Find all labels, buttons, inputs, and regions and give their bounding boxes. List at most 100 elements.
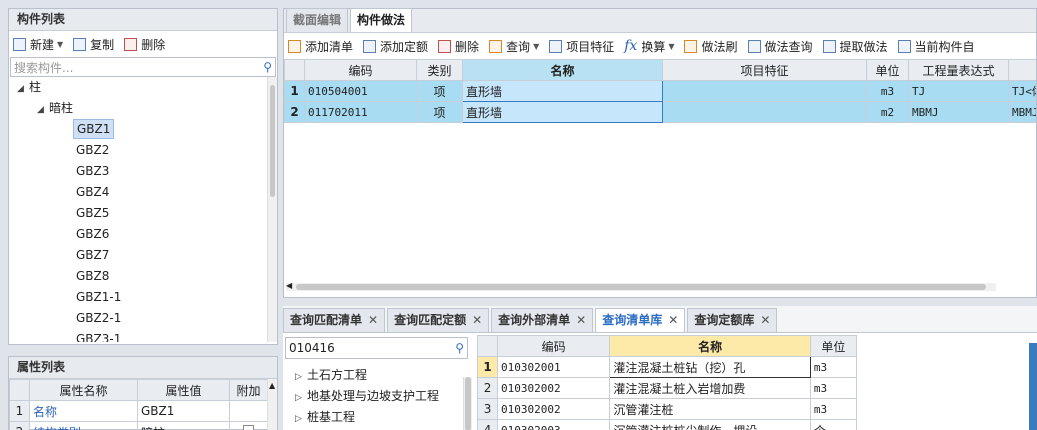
tab-external-bill[interactable]: 查询外部清单 ✕ [491, 308, 594, 332]
col-feature[interactable]: 项目特征 [662, 59, 867, 81]
extract-method-icon [822, 39, 836, 53]
col-unit[interactable]: 单位 [866, 59, 909, 81]
scrollbar-thumb[interactable] [465, 377, 471, 430]
tree-item-component[interactable]: GBZ2 [9, 140, 277, 161]
delete-icon [124, 37, 138, 51]
tab-section-edit[interactable]: 截面编辑 [286, 8, 349, 32]
copy-icon [73, 37, 87, 51]
convert-button[interactable]: fx 换算 ▼ [624, 38, 674, 55]
checkbox[interactable] [243, 425, 254, 430]
prop-name: 结构类别 [29, 421, 138, 430]
tree-node-column[interactable]: ◢ 柱 [9, 77, 277, 98]
table-row[interactable]: 4 010302003 沉管灌注桩桩尖制作、埋设 个 [476, 419, 858, 430]
col-type[interactable]: 类别 [416, 59, 463, 81]
expand-triangle-icon[interactable]: ▷ [295, 367, 307, 388]
delete-button[interactable]: 删除 [124, 36, 165, 53]
tree-node[interactable]: ▷ 土石方工程 [283, 365, 473, 386]
current-component-button[interactable]: 当前构件自 [897, 38, 975, 55]
table-row[interactable]: 1 名称 GBZ1 [9, 400, 268, 422]
tab-bill-library[interactable]: 查询清单库 ✕ [595, 308, 686, 332]
copy-button[interactable]: 复制 [73, 36, 114, 53]
tree-item-component[interactable]: GBZ1 [9, 119, 277, 140]
close-icon[interactable]: ✕ [576, 313, 586, 327]
horizontal-scrollbar[interactable]: ◀ [286, 281, 996, 291]
tab-component-method[interactable]: 构件做法 [350, 8, 413, 32]
delete-icon [438, 39, 452, 53]
prop-name: 名称 [29, 400, 138, 422]
tab-quota-library[interactable]: 查询定额库 ✕ [687, 308, 778, 332]
close-icon[interactable]: ✕ [472, 313, 482, 327]
scroll-up-icon[interactable]: ▲ [269, 381, 275, 390]
expand-triangle-icon[interactable]: ▷ [295, 388, 307, 409]
tree-node[interactable]: ▷ 地基处理与边坡支护工程 [283, 386, 473, 407]
delete-button[interactable]: 删除 [438, 38, 479, 55]
new-button[interactable]: 新建 ▼ [13, 36, 63, 53]
add-bill-button[interactable]: 添加清单 [288, 38, 353, 55]
table-row[interactable]: 2 结构类别 暗柱 [9, 421, 268, 430]
add-quota-button[interactable]: 添加定额 [363, 38, 428, 55]
search-icon[interactable]: ⚲ [263, 60, 272, 74]
search-icon[interactable]: ⚲ [455, 341, 464, 355]
bill-search-input[interactable]: 010416 ⚲ [285, 337, 468, 359]
chevron-down-icon: ▼ [668, 41, 675, 51]
properties-panel: 属性列表 属性名称 属性值 附加 1 名称 GBZ1 2 结构类别 暗柱 ▲ [8, 356, 278, 430]
tree-node-hidden-column[interactable]: ◢ 暗柱 [9, 98, 277, 119]
tree-item-component[interactable]: GBZ7 [9, 245, 277, 266]
table-row[interactable]: 2 010302002 灌注混凝土桩入岩增加费 m3 [476, 377, 858, 399]
prop-extra-cell [229, 400, 268, 422]
scroll-left-icon[interactable]: ◀ [286, 281, 292, 290]
col-expression[interactable]: 工程量表达式 [908, 59, 1009, 81]
method-brush-button[interactable]: 做法刷 [684, 38, 738, 55]
col-unit[interactable]: 单位 [809, 335, 858, 357]
current-component-icon [897, 39, 911, 53]
scrollbar-thumb[interactable] [270, 85, 275, 197]
col-extra[interactable] [1008, 59, 1036, 81]
properties-table: 属性名称 属性值 附加 1 名称 GBZ1 2 结构类别 暗柱 [9, 379, 268, 430]
add-bill-icon [288, 39, 301, 53]
tree-node[interactable]: ▷ 桩基工程 [283, 407, 473, 428]
close-icon[interactable]: ✕ [668, 313, 678, 327]
close-icon[interactable]: ✕ [368, 313, 378, 327]
query-button[interactable]: 查询 ▼ [489, 38, 539, 55]
tree-item-component[interactable]: GBZ2-1 [9, 308, 277, 329]
expand-triangle-icon[interactable]: ▷ [295, 409, 307, 430]
main-tabs: 截面编辑 构件做法 [284, 8, 1036, 33]
chapter-tree: ▷ 土石方工程 ▷ 地基处理与边坡支护工程 ▷ 桩基工程 [283, 365, 473, 428]
expand-triangle-icon[interactable]: ◢ [37, 100, 49, 121]
properties-title: 属性列表 [9, 357, 277, 379]
col-name[interactable]: 名称 [462, 59, 663, 81]
prop-header-extra: 附加 [229, 379, 268, 401]
table-row[interactable]: 3 010302002 沉管灌注桩 m3 [476, 398, 858, 420]
component-search-input[interactable]: 搜索构件... ⚲ [10, 57, 276, 77]
scrollbar-thumb[interactable] [296, 284, 986, 290]
close-icon[interactable]: ✕ [760, 313, 770, 327]
tree-scrollbar[interactable] [267, 77, 277, 342]
chevron-down-icon: ▼ [57, 39, 64, 49]
method-query-button[interactable]: 做法查询 [747, 38, 813, 55]
table-row[interactable]: 2 011702011 项 直形墙 m2 MBMJ MBMJ [284, 101, 1036, 123]
tree-item-component[interactable]: GBZ4 [9, 182, 277, 203]
properties-scrollbar[interactable]: ▲ [267, 379, 277, 430]
item-feature-button[interactable]: 项目特征 [549, 38, 614, 55]
method-grid: 编码 类别 名称 项目特征 单位 工程量表达式 1 010504001 项 直形… [284, 59, 1036, 123]
tree-item-component[interactable]: GBZ3-1 [9, 329, 277, 342]
tree-item-component[interactable]: GBZ8 [9, 266, 277, 287]
new-icon [13, 37, 26, 51]
table-row[interactable]: 1 010504001 项 直形墙 m3 TJ TJ<体 [284, 80, 1036, 102]
tree-item-component[interactable]: GBZ3 [9, 161, 277, 182]
col-code[interactable]: 编码 [497, 335, 611, 357]
tab-match-quota[interactable]: 查询匹配定额 ✕ [387, 308, 490, 332]
expand-triangle-icon[interactable]: ◢ [17, 79, 29, 100]
tree-item-component[interactable]: GBZ6 [9, 224, 277, 245]
prop-value[interactable]: GBZ1 [137, 400, 230, 422]
table-row[interactable]: 1 010302001 灌注混凝土桩钻（挖）孔 m3 [476, 356, 858, 378]
tab-match-bill[interactable]: 查询匹配清单 ✕ [283, 308, 386, 332]
extract-method-button[interactable]: 提取做法 [822, 38, 888, 55]
prop-value[interactable]: 暗柱 [137, 421, 230, 430]
tree-item-component[interactable]: GBZ1-1 [9, 287, 277, 308]
col-name[interactable]: 名称 [609, 335, 811, 357]
prop-header-value: 属性值 [137, 379, 230, 401]
tree-item-component[interactable]: GBZ5 [9, 203, 277, 224]
col-code[interactable]: 编码 [304, 59, 417, 81]
chapter-tree-scrollbar[interactable] [463, 377, 472, 430]
